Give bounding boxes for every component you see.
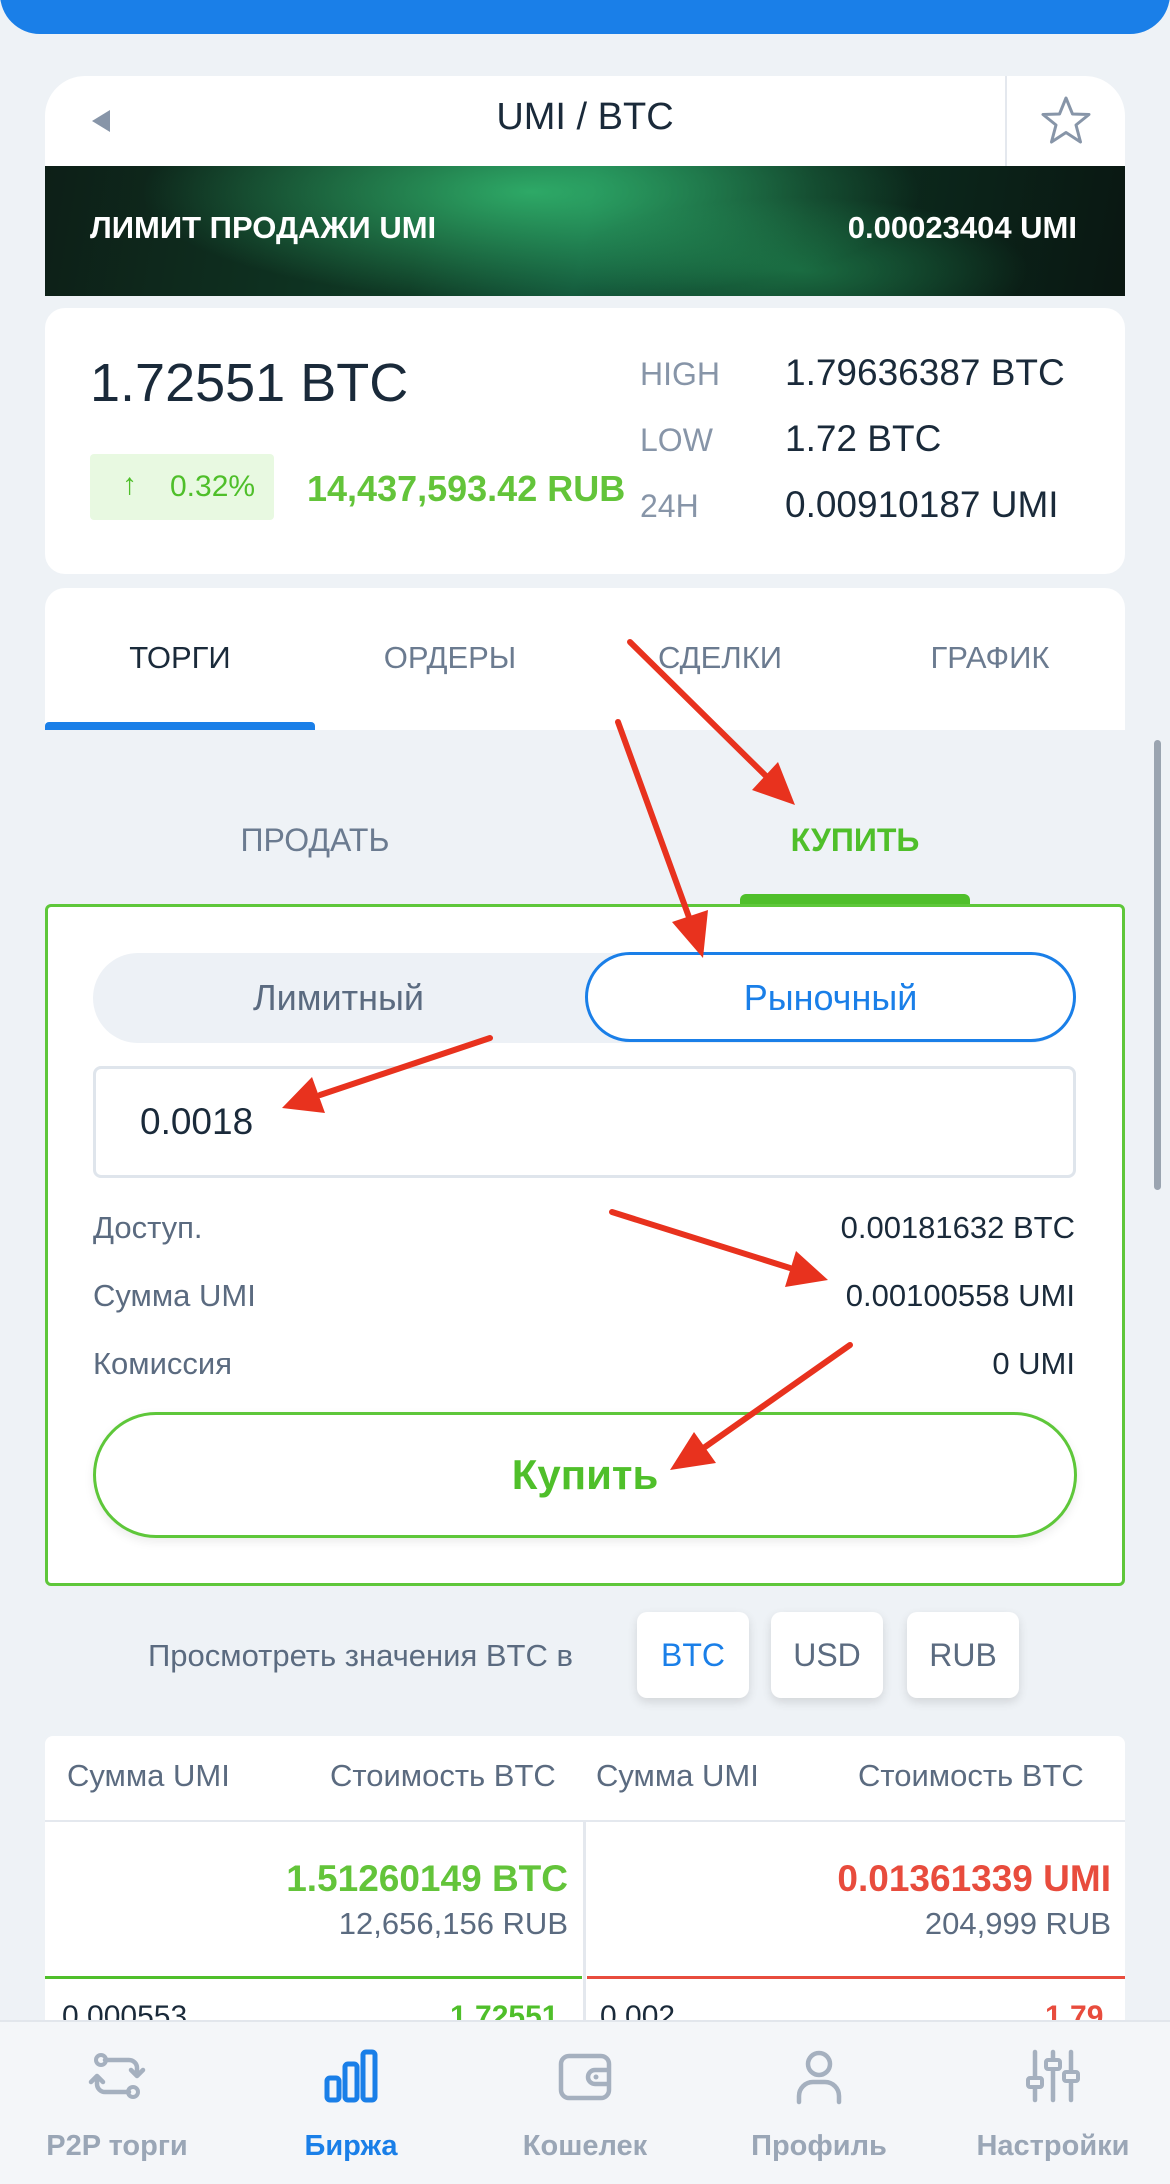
ask-price-header: Стоимость BTC [858, 1758, 1084, 1793]
nav-p2p[interactable]: P2P торги [0, 2020, 234, 2184]
ticker-card [45, 308, 1125, 574]
price-rub: 14,437,593.42 RUB [307, 468, 626, 509]
pair-title: UMI / BTC [496, 96, 674, 138]
buy-button[interactable]: Купить [93, 1412, 1077, 1538]
nav-settings[interactable]: Настройки [936, 2020, 1170, 2184]
banner-value: 0.00023404 UMI [847, 210, 1077, 245]
nav-profile[interactable]: Профиль [702, 2020, 936, 2184]
market-order-option[interactable]: Рыночный [585, 952, 1076, 1042]
top-bar [0, 0, 1170, 34]
stat-label-high: HIGH [640, 356, 720, 392]
fee-value: 0 UMI [992, 1346, 1075, 1381]
nav-label-settings: Настройки [976, 2130, 1130, 2162]
bid-price-header: Стоимость BTC [330, 1758, 556, 1793]
buy-tab[interactable]: КУПИТЬ [705, 822, 1005, 859]
nav-label-p2p: P2P торги [46, 2130, 188, 2162]
user-icon [796, 2050, 842, 2105]
bid-depth-line [45, 1976, 582, 1979]
header-divider [1005, 76, 1007, 166]
tab-deals[interactable]: СДЕЛКИ [585, 640, 855, 676]
umi-sum-label: Сумма UMI [93, 1278, 256, 1313]
scrollbar[interactable] [1154, 740, 1161, 1190]
best-bid-value[interactable]: 1.51260149 BTC [150, 1858, 568, 1900]
nav-label-profile: Профиль [751, 2130, 887, 2162]
amount-input[interactable] [93, 1066, 1076, 1178]
stat-value-24h: 0.00910187 UMI [785, 484, 1059, 525]
ask-depth-line [587, 1976, 1125, 1979]
last-price: 1.72551 BTC [90, 353, 409, 413]
star-icon[interactable] [1040, 95, 1092, 147]
best-ask-rub: 204,999 RUB [924, 1906, 1111, 1941]
currency-rub-button[interactable]: RUB [907, 1612, 1019, 1698]
sell-tab[interactable]: ПРОДАТЬ [165, 822, 465, 859]
tab-trading[interactable]: ТОРГИ [45, 640, 315, 676]
stat-value-high: 1.79636387 BTC [785, 352, 1065, 393]
umi-sum-value: 0.00100558 UMI [845, 1278, 1075, 1313]
fee-label: Комиссия [93, 1346, 233, 1381]
nav-label-wallet: Кошелек [522, 2130, 648, 2162]
nav-label-exchange: Биржа [304, 2130, 398, 2162]
banner-label: ЛИМИТ ПРОДАЖИ UMI [90, 210, 437, 245]
limit-order-option[interactable]: Лимитный [93, 953, 584, 1043]
sliders-icon [1026, 2049, 1080, 2103]
tab-orders[interactable]: ОРДЕРЫ [315, 640, 585, 676]
wallet-icon [558, 2053, 612, 2101]
bid-amount-header: Сумма UMI [67, 1758, 230, 1793]
nav-exchange[interactable]: Биржа [234, 2020, 468, 2184]
stat-label-24h: 24H [640, 488, 699, 524]
active-tab-indicator [45, 722, 315, 730]
back-arrow-icon[interactable] [90, 108, 112, 134]
stat-value-low: 1.72 BTC [785, 418, 942, 459]
stat-label-low: LOW [640, 422, 713, 458]
currency-usd-button[interactable]: USD [771, 1612, 883, 1698]
best-bid-rub: 12,656,156 RUB [338, 1906, 568, 1941]
currency-btc-button[interactable]: BTC [637, 1612, 749, 1698]
order-book-column-divider [583, 1820, 586, 2020]
buy-tab-indicator [740, 894, 970, 904]
arrow-up-icon: ↑ [122, 468, 137, 501]
available-value: 0.00181632 BTC [840, 1210, 1075, 1245]
bar-chart-icon [324, 2049, 378, 2103]
available-label: Доступ. [93, 1210, 203, 1245]
ask-amount-header: Сумма UMI [596, 1758, 759, 1793]
p2p-exchange-icon [88, 2053, 146, 2099]
best-ask-value[interactable]: 0.01361339 UMI [700, 1858, 1111, 1900]
currency-view-label: Просмотреть значения BTC в [148, 1638, 573, 1673]
change-percent: 0.32% [170, 470, 256, 503]
tab-chart[interactable]: ГРАФИК [855, 640, 1125, 676]
nav-wallet[interactable]: Кошелек [468, 2020, 702, 2184]
